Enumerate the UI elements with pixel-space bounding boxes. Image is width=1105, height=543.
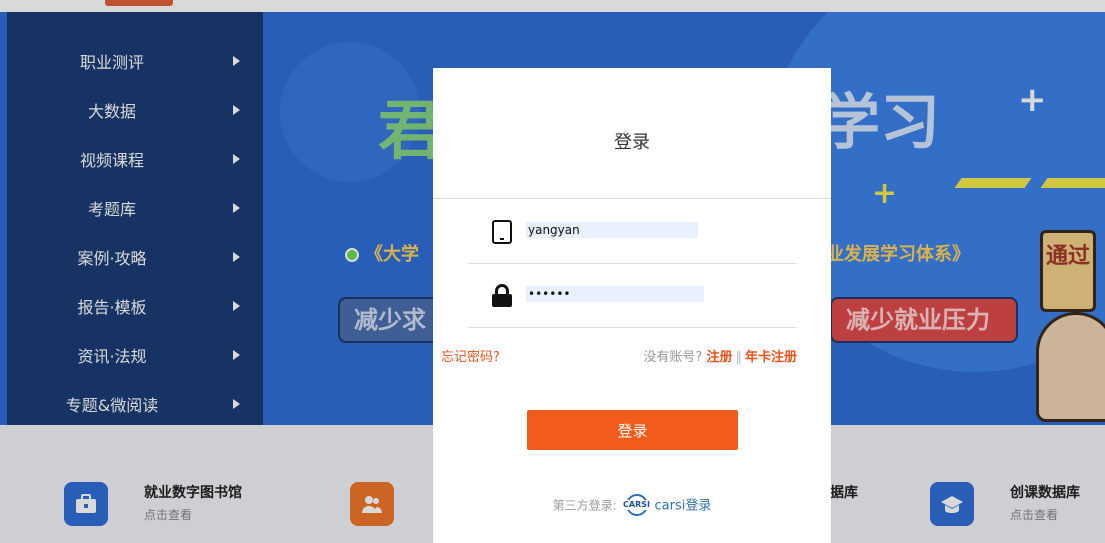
phone-icon xyxy=(492,220,512,244)
carsi-login-link[interactable]: carsi登录 xyxy=(655,499,712,514)
modal-title: 登录 xyxy=(614,132,650,153)
register-links: 没有账号? 注册 ‖ 年卡注册 xyxy=(643,346,797,365)
password-input[interactable] xyxy=(526,286,704,302)
register-link[interactable]: 注册 xyxy=(706,350,732,365)
modal-divider xyxy=(433,198,831,199)
username-field xyxy=(468,200,797,264)
third-party-label: 第三方登录: xyxy=(552,498,617,513)
account-links-row: 忘记密码? 没有账号? 注册 ‖ 年卡注册 xyxy=(433,346,831,366)
carsi-logo-icon[interactable]: CARSI xyxy=(622,494,651,518)
no-account-text: 没有账号? xyxy=(643,350,703,365)
login-modal: 登录 忘记密码? 没有账号? 注册‖年卡注册 登录 第三方登录: CARSI ca… xyxy=(433,68,831,543)
third-party-login: 第三方登录: CARSI carsi登录 xyxy=(433,494,831,518)
lock-icon xyxy=(492,284,512,308)
annual-card-register-link[interactable]: 年卡注册 xyxy=(745,350,797,365)
login-button[interactable]: 登录 xyxy=(527,410,738,450)
forgot-password-link[interactable]: 忘记密码? xyxy=(441,346,500,365)
link-separator: ‖ xyxy=(735,350,742,365)
password-field xyxy=(468,264,797,328)
username-input[interactable] xyxy=(526,222,698,238)
carsi-logo-text: CARSI xyxy=(622,500,651,510)
